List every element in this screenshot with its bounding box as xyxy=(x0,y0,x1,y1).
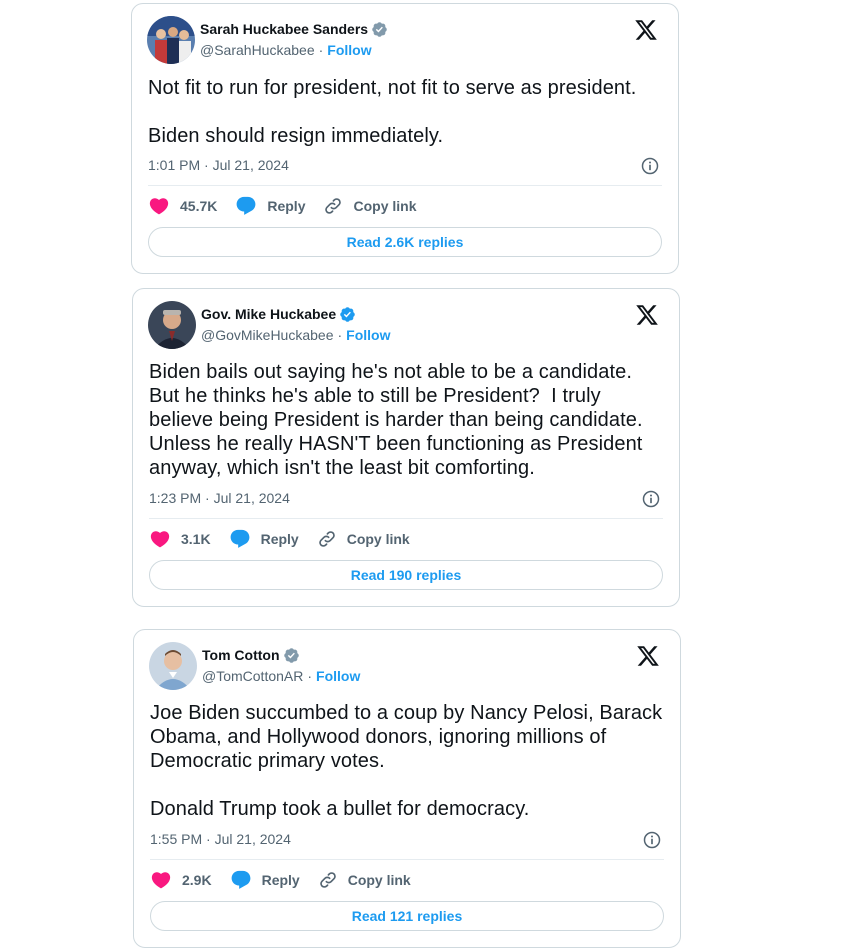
read-replies-button[interactable]: Read 121 replies xyxy=(150,901,664,931)
tweet-timestamp-row: 1:01 PM · Jul 21, 2024 xyxy=(148,156,662,176)
author-handle[interactable]: @SarahHuckabee xyxy=(200,42,315,58)
heart-icon xyxy=(149,198,169,215)
avatar[interactable] xyxy=(149,642,197,690)
like-button[interactable]: 45.7K xyxy=(148,195,217,217)
divider xyxy=(150,859,664,860)
tweet-card-sarah-huckabee-sanders: Sarah Huckabee Sanders @SarahHuckabee · Fo… xyxy=(131,3,679,274)
info-icon[interactable] xyxy=(641,489,661,509)
x-logo-icon[interactable] xyxy=(634,18,658,42)
copy-link-button[interactable]: Copy link xyxy=(317,529,410,549)
tweet-header: Sarah Huckabee Sanders @SarahHuckabee · Fo… xyxy=(147,16,663,64)
reply-button[interactable]: Reply xyxy=(230,869,300,891)
author-name[interactable]: Sarah Huckabee Sanders xyxy=(200,20,368,38)
tweet-actions: 45.7K Reply Copy link xyxy=(148,195,662,217)
reply-button[interactable]: Reply xyxy=(229,528,299,550)
tweet-header: Gov. Mike Huckabee @GovMikeHuckabee · Foll… xyxy=(148,301,664,349)
x-logo-icon[interactable] xyxy=(635,303,659,327)
tweet-header: Tom Cotton @TomCottonAR · Follow xyxy=(149,642,665,690)
tweet-timestamp[interactable]: 1:23 PM · Jul 21, 2024 xyxy=(149,490,290,506)
separator-dot: · xyxy=(337,327,343,343)
tweet-timestamp-row: 1:23 PM · Jul 21, 2024 xyxy=(149,489,663,509)
reply-bubble-icon xyxy=(236,196,256,215)
divider xyxy=(149,518,663,519)
link-icon xyxy=(318,531,335,547)
reply-label: Reply xyxy=(260,531,299,547)
heart-icon xyxy=(150,531,170,548)
tweet-text: Joe Biden succumbed to a coup by Nancy P… xyxy=(150,702,663,820)
author-info: Tom Cotton @TomCottonAR · Follow xyxy=(202,646,360,685)
verified-badge-icon xyxy=(372,21,387,37)
tweet-text: Biden bails out saying he's not able to … xyxy=(149,361,643,479)
author-info: Sarah Huckabee Sanders @SarahHuckabee · Fo… xyxy=(200,20,388,59)
separator-dot: · xyxy=(318,42,324,58)
like-count: 3.1K xyxy=(181,531,211,547)
like-count: 45.7K xyxy=(180,198,218,214)
reply-bubble-icon xyxy=(231,870,250,889)
heart-icon xyxy=(151,872,171,889)
tweet-timestamp[interactable]: 1:55 PM · Jul 21, 2024 xyxy=(150,831,291,847)
tweet-card-mike-huckabee: Gov. Mike Huckabee @GovMikeHuckabee · Foll… xyxy=(132,288,680,607)
like-count: 2.9K xyxy=(182,872,212,888)
tweet-text: Not fit to run for president, not fit to… xyxy=(148,77,637,147)
info-icon[interactable] xyxy=(640,156,660,176)
author-handle[interactable]: @GovMikeHuckabee xyxy=(201,327,334,343)
author-info: Gov. Mike Huckabee @GovMikeHuckabee · Foll… xyxy=(201,305,391,344)
author-name[interactable]: Tom Cotton xyxy=(202,646,280,664)
tweet-card-tom-cotton: Tom Cotton @TomCottonAR · Follow Joe Biden… xyxy=(133,629,681,948)
copy-link-label: Copy link xyxy=(353,198,417,214)
avatar[interactable] xyxy=(148,301,196,349)
reply-button[interactable]: Reply xyxy=(235,195,305,217)
avatar[interactable] xyxy=(147,16,195,64)
author-name[interactable]: Gov. Mike Huckabee xyxy=(201,305,336,323)
copy-link-label: Copy link xyxy=(346,531,410,547)
follow-button[interactable]: Follow xyxy=(346,327,390,343)
tweet-actions: 3.1K Reply Copy link xyxy=(149,528,663,550)
verified-badge-icon xyxy=(283,647,299,663)
tweet-timestamp[interactable]: 1:01 PM · Jul 21, 2024 xyxy=(148,157,289,173)
reply-label: Reply xyxy=(261,872,300,888)
author-handle[interactable]: @TomCottonAR xyxy=(202,668,303,684)
tweet-actions: 2.9K Reply Copy link xyxy=(150,869,664,891)
verified-badge-icon xyxy=(340,306,355,322)
reply-bubble-icon xyxy=(230,529,249,548)
separator-dot: · xyxy=(307,668,313,684)
copy-link-button[interactable]: Copy link xyxy=(323,196,417,216)
x-logo-icon[interactable] xyxy=(636,644,660,668)
like-button[interactable]: 3.1K xyxy=(149,528,211,550)
copy-link-label: Copy link xyxy=(347,872,411,888)
reply-label: Reply xyxy=(267,198,306,214)
follow-button[interactable]: Follow xyxy=(316,668,360,684)
divider xyxy=(148,185,662,186)
link-icon xyxy=(325,198,342,214)
follow-button[interactable]: Follow xyxy=(327,42,371,58)
info-icon[interactable] xyxy=(642,830,662,850)
link-icon xyxy=(319,872,336,888)
read-replies-button[interactable]: Read 2.6K replies xyxy=(148,227,662,257)
tweet-timestamp-row: 1:55 PM · Jul 21, 2024 xyxy=(150,830,664,850)
copy-link-button[interactable]: Copy link xyxy=(318,870,411,890)
like-button[interactable]: 2.9K xyxy=(150,869,212,891)
read-replies-button[interactable]: Read 190 replies xyxy=(149,560,663,590)
